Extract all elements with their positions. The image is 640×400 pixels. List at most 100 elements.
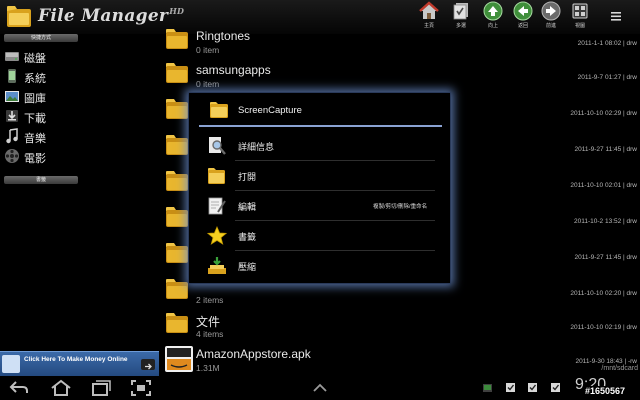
usb-debug-icon xyxy=(483,384,492,392)
file-meta: 4 items xyxy=(196,329,224,339)
gallery-icon xyxy=(5,91,19,102)
arrow-up-icon xyxy=(483,1,503,21)
bookmarks-header: 書籤 xyxy=(4,176,78,184)
system-nav-bar: 9:20 xyxy=(0,376,640,400)
file-row[interactable]: samsungapps 0 item 2011-9-7 01:27 | drw xyxy=(159,58,640,92)
app-title: File ManagerHD xyxy=(38,6,185,26)
file-name: AmazonAppstore.apk xyxy=(196,347,311,361)
menu-item-label: 打開 xyxy=(238,172,257,182)
ad-arrow-icon xyxy=(145,363,152,370)
file-date: 2011-1-1 08:02 | drw xyxy=(577,40,637,47)
folder-icon xyxy=(165,170,189,192)
ad-banner[interactable]: Click Here To Make Money Online xyxy=(0,351,159,376)
arrow-right-icon xyxy=(541,1,561,21)
current-path: /mnt/sdcard xyxy=(601,365,638,372)
checkbox-notification-icon xyxy=(506,383,515,392)
disk-icon xyxy=(5,52,19,61)
menu-icon[interactable] xyxy=(609,9,623,23)
folder-icon xyxy=(165,98,189,120)
context-menu-dialog: ScreenCapture 詳細信息 打開 編輯 複製/剪切/刪除/重命名 書籤 xyxy=(188,92,451,284)
sidebar-item-label: 磁盤 xyxy=(24,53,46,65)
menu-item-open[interactable]: 打開 xyxy=(189,161,450,190)
file-date: 2011-10-10 02:01 | drw xyxy=(570,182,637,189)
folder-icon xyxy=(165,28,189,50)
nav-menu-up-icon[interactable] xyxy=(309,379,331,397)
checkbox-notification-icon xyxy=(528,383,537,392)
sidebar-item-label: 系統 xyxy=(24,73,46,85)
sidebar-item-label: 圖庫 xyxy=(24,93,46,105)
sidebar: 快捷方式 磁盤 系統 圖庫 下載 音樂 電影 書籤 xyxy=(0,34,159,376)
sidebar-item-label: 音樂 xyxy=(24,133,46,145)
compress-icon xyxy=(208,257,226,274)
nav-screenshot-icon[interactable] xyxy=(130,379,152,397)
edit-icon xyxy=(208,197,226,215)
file-row[interactable]: AmazonAppstore.apk 1.31M 2011-9-30 18:43 |… xyxy=(159,342,640,376)
menu-item-compress[interactable]: 壓縮 xyxy=(189,251,450,280)
file-date: 2011-10-10 02:29 | drw xyxy=(570,110,637,117)
sidebar-item-movie[interactable]: 電影 xyxy=(4,147,154,165)
star-icon xyxy=(207,226,227,245)
sidebar-item-system[interactable]: 系統 xyxy=(4,67,154,85)
nav-home-icon[interactable] xyxy=(50,379,72,397)
movie-icon xyxy=(5,149,19,163)
ad-logo xyxy=(2,355,20,373)
menu-item-label: 壓縮 xyxy=(238,262,257,272)
dialog-title-text: ScreenCapture xyxy=(238,105,302,116)
folder-icon xyxy=(165,134,189,156)
menu-item-label: 編輯 xyxy=(238,202,257,212)
sidebar-item-disk[interactable]: 磁盤 xyxy=(4,47,154,65)
view-icon xyxy=(572,3,588,19)
menu-item-label: 書籤 xyxy=(238,232,257,242)
sidebar-item-music[interactable]: 音樂 xyxy=(4,127,154,145)
menu-item-details[interactable]: 詳細信息 xyxy=(189,131,450,160)
shortcuts-header: 快捷方式 xyxy=(4,34,78,42)
file-date: 2011-10-10 02:19 | drw xyxy=(570,324,637,331)
arrow-left-icon xyxy=(513,1,533,21)
checkbox-notification-icon xyxy=(551,383,560,392)
folder-icon xyxy=(210,102,228,118)
folder-icon xyxy=(165,312,189,334)
sidebar-item-label: 電影 xyxy=(24,153,46,165)
music-icon xyxy=(6,128,18,144)
file-date: 2011-9-27 11:45 | drw xyxy=(574,254,637,261)
file-date: 2011-9-7 01:27 | drw xyxy=(577,74,637,81)
ad-close-button[interactable] xyxy=(141,359,155,370)
sidebar-item-gallery[interactable]: 圖庫 xyxy=(4,87,154,105)
menu-item-sublabel: 複製/剪切/刪除/重命名 xyxy=(373,204,428,210)
magnifier-icon xyxy=(209,137,226,155)
nav-back-icon[interactable] xyxy=(8,379,30,397)
folder-open-icon xyxy=(208,168,225,184)
file-meta: 1.31M xyxy=(196,363,220,373)
dialog-divider xyxy=(199,125,442,127)
file-meta: 0 item xyxy=(196,45,220,55)
menu-item-label: 詳細信息 xyxy=(238,142,275,152)
file-name: samsungapps xyxy=(196,63,271,77)
file-date: 2011-9-27 11:45 | drw xyxy=(574,146,637,153)
phone-icon xyxy=(8,69,16,83)
file-date: 2011-10-10 02:20 | drw xyxy=(570,290,637,297)
file-date: 2011-10-2 13:52 | drw xyxy=(574,218,637,225)
ad-text: Click Here To Make Money Online xyxy=(24,356,128,363)
sidebar-item-label: 下載 xyxy=(24,113,46,125)
file-date: 2011-9-30 18:43 | -rw xyxy=(575,358,637,365)
file-row[interactable]: Ringtones 0 item 2011-1-1 08:02 | drw xyxy=(159,24,640,58)
app-logo-icon xyxy=(7,6,31,27)
apk-icon xyxy=(165,346,193,372)
file-name: 文件 xyxy=(196,315,221,329)
house-icon xyxy=(419,1,439,19)
folder-icon xyxy=(165,278,189,300)
folder-icon xyxy=(165,206,189,228)
folder-icon xyxy=(165,62,189,84)
dialog-title: ScreenCapture xyxy=(189,93,450,127)
watermark: #1650567 xyxy=(583,386,628,396)
nav-recent-apps-icon[interactable] xyxy=(90,379,112,397)
menu-item-bookmark[interactable]: 書籤 xyxy=(189,221,450,250)
file-row[interactable]: 文件 4 items 2011-10-10 02:19 | drw xyxy=(159,308,640,342)
download-icon xyxy=(6,110,18,122)
file-meta: 0 item xyxy=(196,79,220,89)
folder-icon xyxy=(165,242,189,264)
multi-select-icon xyxy=(453,3,468,20)
file-meta: 2 items xyxy=(196,295,224,305)
sidebar-item-download[interactable]: 下載 xyxy=(4,107,154,125)
menu-item-edit[interactable]: 編輯 複製/剪切/刪除/重命名 xyxy=(189,191,450,220)
